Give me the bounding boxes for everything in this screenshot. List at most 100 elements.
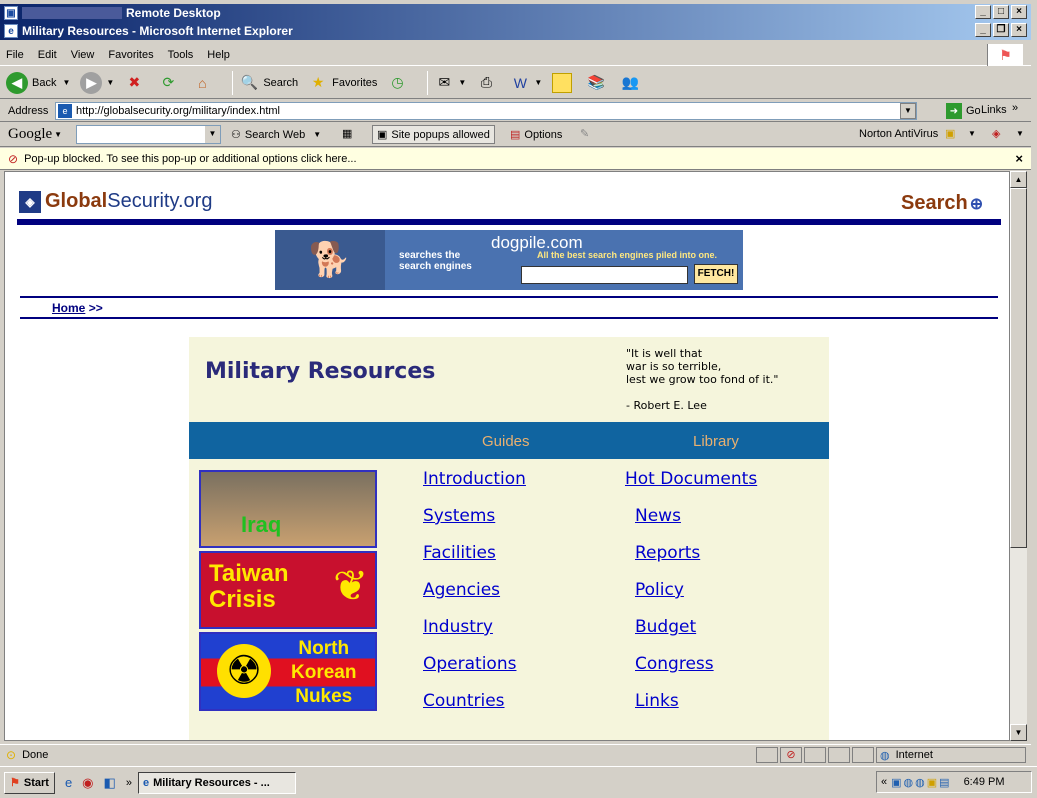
menu-edit[interactable]: Edit <box>38 49 57 61</box>
google-logo[interactable]: Google <box>8 126 52 143</box>
menu-view[interactable]: View <box>71 49 95 61</box>
menu-tools[interactable]: Tools <box>168 49 194 61</box>
mail-button[interactable]: ✉ ▼ <box>434 73 467 93</box>
taiwan-crisis-banner[interactable]: Taiwan Crisis ❦ <box>199 551 377 629</box>
link-industry[interactable]: Industry <box>423 617 493 637</box>
tray-icon[interactable]: ▤ <box>939 776 949 789</box>
tray-icon[interactable]: ◍ <box>915 776 925 789</box>
back-button[interactable]: ◀ Back ▼ <box>6 71 70 94</box>
scroll-thumb[interactable] <box>1010 188 1027 548</box>
standard-toolbar: ◀ Back ▼ ▶ ▼ ✖ ⟳ ⌂ 🔍 Search ★ Favorites ◷ ✉ ▼ … <box>0 67 1031 99</box>
popup-blocked-bar[interactable]: ⊘ Pop-up blocked. To see this pop-up or … <box>0 148 1031 170</box>
tray-icon[interactable]: ◍ <box>904 776 914 789</box>
library-header: Library <box>693 433 739 450</box>
link-agencies[interactable]: Agencies <box>423 580 500 600</box>
iraq-banner[interactable]: Iraq <box>199 470 377 548</box>
print-button[interactable]: ⎙ <box>476 73 500 93</box>
ie-close-button[interactable]: × <box>1011 23 1027 37</box>
favorites-button[interactable]: ★ Favorites <box>308 73 378 93</box>
maximize-button[interactable]: □ <box>993 5 1009 19</box>
search-button[interactable]: 🔍 Search <box>239 73 299 93</box>
taskbar-ie-window[interactable]: e Military Resources - ... <box>137 771 296 794</box>
breadcrumb-rule-bottom <box>20 317 998 319</box>
chevron-left-icon[interactable]: « <box>881 776 887 788</box>
menu-help[interactable]: Help <box>207 49 230 61</box>
close-button[interactable]: × <box>1011 5 1027 19</box>
scroll-up-button[interactable]: ▲ <box>1010 171 1027 188</box>
links-button[interactable]: Links <box>981 104 1007 116</box>
link-news[interactable]: News <box>635 506 681 526</box>
clock: 6:49 PM <box>963 776 1005 788</box>
chevron-down-icon: ▼ <box>534 78 543 87</box>
acrobat-icon[interactable]: ◈ <box>992 127 1000 140</box>
home-link[interactable]: Home <box>52 301 85 315</box>
news-icon[interactable]: ▦ <box>342 127 352 140</box>
link-policy[interactable]: Policy <box>635 580 684 600</box>
options-label: Options <box>524 128 563 141</box>
messenger-button[interactable]: 👥 <box>620 73 644 93</box>
ie-quicklaunch-icon[interactable]: e <box>65 775 72 790</box>
options-button[interactable]: ▤ Options <box>510 128 563 142</box>
edit-button[interactable]: W ▼ <box>510 73 543 93</box>
link-countries[interactable]: Countries <box>423 691 505 711</box>
link-introduction[interactable]: Introduction <box>423 469 526 489</box>
ie-restore-button[interactable]: ❐ <box>993 23 1009 37</box>
link-links[interactable]: Links <box>635 691 679 711</box>
link-congress[interactable]: Congress <box>635 654 714 674</box>
redacted-host <box>22 7 122 19</box>
link-hot-documents[interactable]: Hot Documents <box>625 469 757 489</box>
history-button[interactable]: ◷ <box>387 73 411 93</box>
go-button[interactable]: ➜ Go <box>946 103 981 119</box>
globe-search-icon: ⊕ <box>969 196 984 213</box>
ie-titlebar: e Military Resources - Microsoft Interne… <box>0 22 1031 40</box>
chevron-down-icon[interactable]: ▼ <box>54 130 62 139</box>
popup-blocked-status-icon[interactable]: ⊘ <box>780 747 802 763</box>
link-systems[interactable]: Systems <box>423 506 495 526</box>
window-title: Military Resources - Microsoft Internet … <box>22 24 293 38</box>
remote-desktop-title: Remote Desktop <box>126 6 221 20</box>
chevron-down-icon[interactable]: ▼ <box>1016 129 1024 138</box>
chevron-right-icon[interactable]: » <box>126 777 132 789</box>
north-korean-nukes-banner[interactable]: ☢ North Korean Nukes <box>199 632 377 711</box>
link-reports[interactable]: Reports <box>635 543 700 563</box>
research-button[interactable]: 📚 <box>586 73 610 93</box>
pencil-icon[interactable]: ✎ <box>580 127 589 140</box>
forward-button[interactable]: ▶ ▼ <box>80 71 114 94</box>
close-icon[interactable]: × <box>1015 151 1023 166</box>
home-button[interactable]: ⌂ <box>192 73 216 93</box>
link-budget[interactable]: Budget <box>635 617 696 637</box>
chevron-right-icon[interactable]: » <box>1012 102 1018 114</box>
address-dropdown-button[interactable]: ▼ <box>900 103 916 119</box>
menu-file[interactable]: File <box>6 49 24 61</box>
address-input[interactable]: e http://globalsecurity.org/military/ind… <box>55 102 917 120</box>
menu-favorites[interactable]: Favorites <box>108 49 153 61</box>
popup-icon: ▣ <box>377 129 388 141</box>
chevron-down-icon[interactable]: ▼ <box>968 129 976 138</box>
vertical-scrollbar[interactable]: ▲ ▼ <box>1010 171 1027 741</box>
refresh-button[interactable]: ⟳ <box>158 73 182 93</box>
norton-label[interactable]: Norton AntiVirus <box>859 128 938 140</box>
outlook-quicklaunch-icon[interactable]: ◧ <box>104 775 116 791</box>
menu-bar: File Edit View Favorites Tools Help <box>0 44 1031 66</box>
discuss-button[interactable] <box>552 72 576 93</box>
ad-search-input[interactable] <box>521 266 688 284</box>
stop-button[interactable]: ✖ <box>124 73 148 93</box>
link-operations[interactable]: Operations <box>423 654 516 674</box>
dogpile-ad[interactable]: 🐕 searches the search engines dogpile.co… <box>275 230 743 290</box>
site-logo[interactable]: ◈ Global Security.org <box>19 190 212 213</box>
norton-icon[interactable]: ▣ <box>945 127 955 140</box>
browser-quicklaunch-icon[interactable]: ◉ <box>82 775 93 791</box>
start-button[interactable]: ⚑ Start <box>4 771 55 794</box>
link-facilities[interactable]: Facilities <box>423 543 496 563</box>
ie-minimize-button[interactable]: _ <box>975 23 991 37</box>
site-search-link[interactable]: Search ⊕ <box>901 192 983 215</box>
google-search-input[interactable]: ▼ <box>76 125 221 144</box>
fetch-button[interactable]: FETCH! <box>694 264 738 284</box>
popup-blocker-button[interactable]: ▣ Site popups allowed <box>372 125 495 144</box>
norton-tray-icon[interactable]: ▣ <box>927 776 937 789</box>
network-icon[interactable]: ▣ <box>891 776 901 789</box>
chevron-down-icon[interactable]: ▼ <box>205 126 220 143</box>
minimize-button[interactable]: _ <box>975 5 991 19</box>
scroll-down-button[interactable]: ▼ <box>1010 724 1027 741</box>
search-web-button[interactable]: ⚇ Search Web ▼ <box>231 128 321 142</box>
